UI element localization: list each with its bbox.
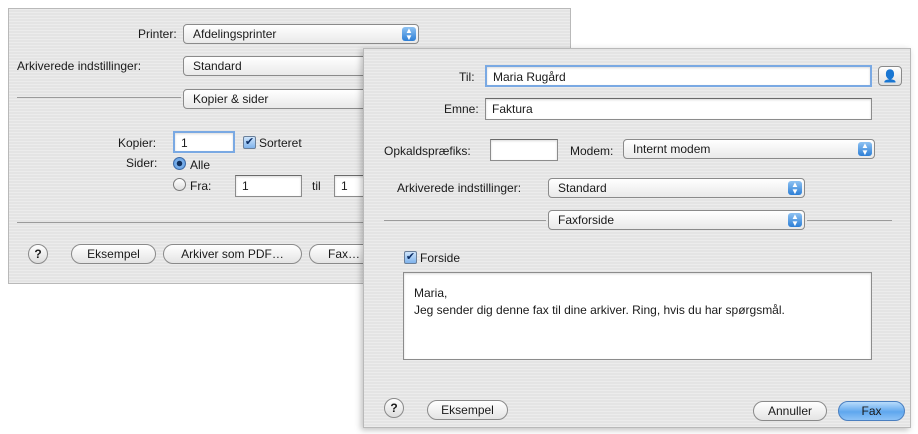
pages-label: Sider: (126, 156, 158, 170)
pages-all-label: Alle (190, 158, 211, 172)
help-button[interactable]: ? (384, 398, 404, 418)
copies-label: Kopier: (118, 136, 157, 150)
pages-from-label: Fra: (190, 179, 212, 193)
collated-label: Sorteret (259, 136, 302, 150)
cover-page-label: Forside (420, 251, 461, 265)
checkmark-icon: ✔ (405, 251, 416, 263)
presets-label: Arkiverede indstillinger: (17, 59, 142, 73)
collated-checkbox[interactable]: ✔ (243, 136, 256, 149)
modem-popup[interactable]: Internt modem ▲ ▼ (623, 139, 875, 159)
cancel-button[interactable]: Annuller (753, 401, 827, 421)
pane-popup-value: Kopier & sider (193, 92, 269, 106)
pane-popup-value: Faxforside (558, 213, 615, 227)
presets-label: Arkiverede indstillinger: (397, 181, 522, 195)
subject-field[interactable]: Faktura (485, 98, 872, 120)
to-field[interactable]: Maria Rugård (485, 65, 872, 87)
address-book-button[interactable]: 👤 (878, 66, 902, 86)
pane-popup[interactable]: Kopier & sider (183, 89, 383, 109)
checkmark-icon: ✔ (244, 136, 255, 148)
address-book-icon: 👤 (882, 69, 898, 83)
dial-prefix-field[interactable] (490, 139, 558, 161)
separator (17, 222, 377, 223)
up-down-arrows-icon: ▲ ▼ (402, 27, 416, 42)
save-as-pdf-button[interactable]: Arkiver som PDF… (163, 244, 302, 264)
pages-to-label: til (312, 179, 321, 193)
pane-popup[interactable]: Faxforside ▲ ▼ (548, 210, 805, 230)
copies-field[interactable]: 1 (173, 131, 235, 153)
up-down-arrows-icon: ▲ ▼ (858, 142, 872, 157)
printer-label: Printer: (138, 27, 177, 41)
presets-popup[interactable]: Standard (183, 56, 383, 76)
subject-label: Emne: (444, 102, 479, 116)
separator (807, 220, 892, 221)
printer-popup-value: Afdelingsprinter (193, 27, 277, 41)
preview-button[interactable]: Eksempel (71, 244, 156, 264)
send-fax-button[interactable]: Fax (838, 401, 905, 421)
presets-popup-value: Standard (193, 59, 242, 73)
separator (384, 220, 546, 221)
pages-from-field[interactable]: 1 (235, 175, 302, 197)
preview-button[interactable]: Eksempel (427, 400, 508, 420)
to-label: Til: (459, 70, 475, 84)
up-down-arrows-icon: ▲ ▼ (788, 213, 802, 228)
cover-text-line: Maria, (414, 286, 448, 300)
cover-page-text[interactable]: Maria, Jeg sender dig denne fax til dine… (403, 272, 872, 360)
presets-popup[interactable]: Standard ▲ ▼ (548, 178, 805, 198)
printer-popup[interactable]: Afdelingsprinter ▲ ▼ (183, 24, 419, 44)
pages-all-radio[interactable] (173, 157, 186, 170)
modem-label: Modem: (570, 144, 614, 158)
pages-from-radio[interactable] (173, 178, 186, 191)
dial-prefix-label: Opkaldspræfiks: (384, 144, 471, 158)
modem-popup-value: Internt modem (633, 142, 711, 156)
up-down-arrows-icon: ▲ ▼ (788, 181, 802, 196)
cover-page-checkbox[interactable]: ✔ (404, 251, 417, 264)
presets-popup-value: Standard (558, 181, 607, 195)
help-button[interactable]: ? (28, 244, 48, 264)
fax-dialog: Til: Maria Rugård 👤 Emne: Faktura Opkald… (363, 48, 911, 428)
cover-text-line: Jeg sender dig denne fax til dine arkive… (414, 303, 785, 317)
separator (17, 97, 181, 98)
